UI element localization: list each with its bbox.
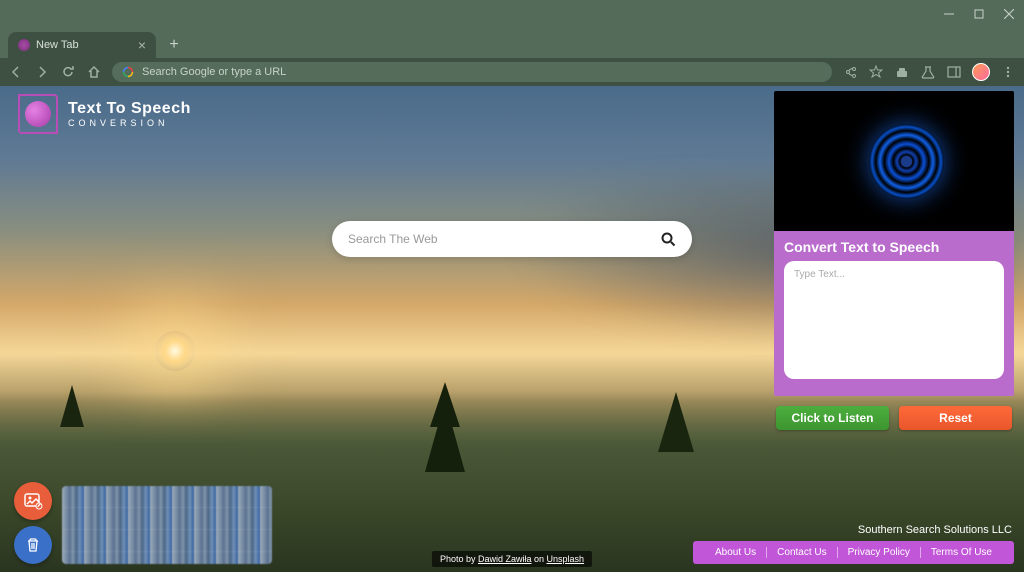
sidepanel-icon[interactable] [946, 64, 962, 80]
delete-button[interactable] [14, 526, 52, 564]
listen-button[interactable]: Click to Listen [776, 406, 889, 430]
app-logo: Text To Speech CONVERSION [18, 94, 191, 134]
google-icon [122, 66, 134, 78]
profile-avatar[interactable] [972, 63, 990, 81]
spiral-icon [869, 124, 944, 199]
share-icon[interactable] [842, 64, 858, 80]
page-content: Text To Speech CONVERSION Convert Text t… [0, 86, 1024, 572]
main-search-bar[interactable] [332, 221, 692, 257]
minimize-button[interactable] [942, 7, 956, 21]
tab-bar: New Tab × + [0, 28, 1024, 58]
tts-graphic [774, 91, 1014, 231]
photo-author-link[interactable]: Dawid Zawiła [478, 554, 532, 564]
home-button[interactable] [86, 64, 102, 80]
menu-button[interactable] [1000, 64, 1016, 80]
tab-close-button[interactable]: × [138, 37, 146, 53]
forward-button[interactable] [34, 64, 50, 80]
tab-title: New Tab [36, 39, 79, 51]
new-tab-button[interactable]: + [164, 35, 184, 55]
company-name: Southern Search Solutions LLC [858, 524, 1012, 536]
close-window-button[interactable] [1002, 7, 1016, 21]
background-sun [155, 331, 195, 371]
labs-icon[interactable] [920, 64, 936, 80]
photo-credit: Photo by Dawid Zawiła on Unsplash [432, 551, 592, 567]
tts-heading: Convert Text to Speech [784, 239, 1004, 255]
logo-icon [18, 94, 58, 134]
reload-button[interactable] [60, 64, 76, 80]
footer-links: About Us Contact Us Privacy Policy Terms… [693, 541, 1014, 564]
search-input[interactable] [348, 232, 661, 246]
window-titlebar [0, 0, 1024, 28]
logo-title: Text To Speech [68, 101, 191, 117]
extensions-icon[interactable] [894, 64, 910, 80]
bookmark-star-icon[interactable] [868, 64, 884, 80]
browser-tab[interactable]: New Tab × [8, 32, 156, 58]
footer-link-about[interactable]: About Us [705, 547, 767, 558]
pixelated-region [62, 486, 272, 564]
reset-button[interactable]: Reset [899, 406, 1012, 430]
footer-link-terms[interactable]: Terms Of Use [921, 547, 1002, 558]
browser-navbar: Search Google or type a URL [0, 58, 1024, 86]
search-icon[interactable] [661, 232, 676, 247]
tab-favicon [18, 39, 30, 51]
footer-link-contact[interactable]: Contact Us [767, 547, 837, 558]
omnibox[interactable]: Search Google or type a URL [112, 62, 832, 82]
change-background-button[interactable] [14, 482, 52, 520]
photo-source-link[interactable]: Unsplash [547, 554, 585, 564]
logo-subtitle: CONVERSION [68, 119, 191, 128]
maximize-button[interactable] [972, 7, 986, 21]
back-button[interactable] [8, 64, 24, 80]
omnibox-placeholder: Search Google or type a URL [142, 66, 286, 78]
tts-textarea[interactable] [784, 261, 1004, 379]
tts-panel: Convert Text to Speech Click to Listen R… [774, 91, 1014, 430]
footer-link-privacy[interactable]: Privacy Policy [838, 547, 921, 558]
